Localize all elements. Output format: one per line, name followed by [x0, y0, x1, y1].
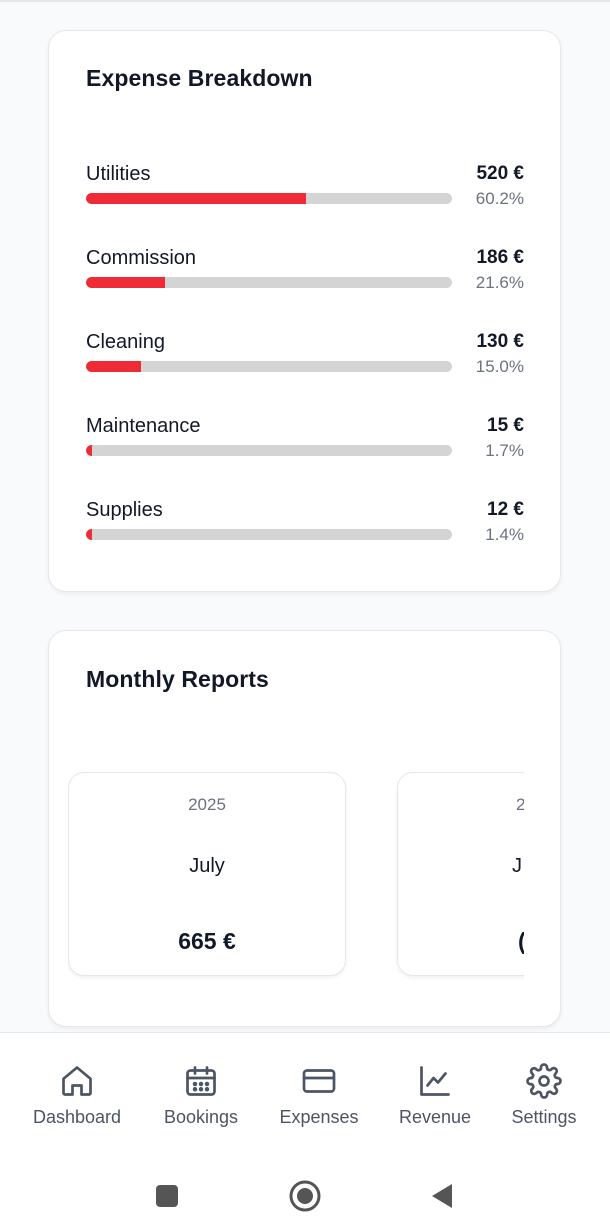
report-year: 2025 [188, 795, 226, 814]
expense-amount: 12 € [487, 499, 524, 520]
expense-percent: 60.2% [475, 189, 524, 208]
report-month: July [189, 855, 225, 877]
expense-label: Supplies [86, 499, 163, 521]
expense-row-supplies: Supplies 12 € 1.4% [86, 499, 524, 559]
expense-bar-track [86, 193, 452, 204]
expense-bar-fill [86, 445, 93, 456]
expense-bar-fill [86, 193, 307, 204]
expense-bar-track [86, 445, 452, 456]
system-navigation-bar [0, 1175, 610, 1215]
nav-item-expenses[interactable]: Expenses [259, 1063, 379, 1128]
expense-percent: 1.7% [485, 441, 524, 460]
expense-bar-track [86, 529, 452, 540]
expense-row-utilities: Utilities 520 € 60.2% [86, 163, 524, 223]
expense-label: Maintenance [86, 415, 201, 437]
expense-label: Cleaning [86, 331, 165, 353]
expense-row-cleaning: Cleaning 130 € 15.0% [86, 331, 524, 391]
top-divider [0, 0, 610, 2]
recents-square-icon[interactable] [155, 1184, 179, 1208]
monthly-reports-title: Monthly Reports [86, 666, 269, 692]
nav-label: Settings [511, 1107, 577, 1127]
report-card-july-2025[interactable]: 2025 July 665 € [68, 772, 346, 976]
expense-label: Commission [86, 247, 197, 269]
nav-label: Bookings [163, 1107, 239, 1127]
credit-card-icon [302, 1069, 336, 1093]
report-card-partial[interactable]: 2 J ( [397, 772, 524, 976]
report-month: J [512, 855, 522, 877]
expense-amount: 520 € [476, 163, 524, 184]
report-year: 2 [516, 795, 524, 814]
gear-icon [526, 1063, 562, 1099]
expense-amount: 130 € [476, 331, 524, 352]
expense-bar-track [86, 277, 452, 288]
nav-item-revenue[interactable]: Revenue [375, 1063, 495, 1128]
expense-breakdown-card: Expense Breakdown Utilities 520 € 60.2% … [48, 30, 561, 592]
nav-item-settings[interactable]: Settings [484, 1063, 604, 1128]
report-total: 665 € [178, 928, 236, 954]
reports-carousel[interactable]: 2025 July 665 € 2 J ( [68, 771, 524, 981]
home-circle-icon[interactable] [288, 1179, 322, 1213]
expense-percent: 15.0% [475, 357, 524, 376]
back-triangle-icon[interactable] [430, 1183, 454, 1209]
bottom-navigation: Dashboard Bookings Expenses Revenue Sett… [0, 1032, 610, 1231]
calendar-icon [186, 1066, 216, 1096]
expense-amount: 15 € [487, 415, 524, 436]
nav-item-dashboard[interactable]: Dashboard [17, 1063, 137, 1128]
expense-bar-fill [86, 529, 92, 540]
expense-breakdown-title: Expense Breakdown [86, 65, 313, 91]
expense-row-maintenance: Maintenance 15 € 1.7% [86, 415, 524, 475]
nav-label: Dashboard [32, 1107, 122, 1127]
line-chart-icon [420, 1066, 450, 1096]
expense-label: Utilities [86, 163, 151, 185]
expense-row-commission: Commission 186 € 21.6% [86, 247, 524, 307]
nav-item-bookings[interactable]: Bookings [141, 1063, 261, 1128]
home-icon [62, 1066, 92, 1096]
expense-percent: 1.4% [485, 525, 524, 544]
expense-bar-track [86, 361, 452, 372]
expense-percent: 21.6% [475, 273, 524, 292]
nav-label: Expenses [279, 1107, 359, 1127]
expense-bar-fill [86, 361, 141, 372]
nav-label: Revenue [398, 1107, 472, 1127]
expense-amount: 186 € [476, 247, 524, 268]
expense-bar-fill [86, 277, 166, 288]
report-total: ( [518, 928, 524, 955]
monthly-reports-card: Monthly Reports 2025 July 665 € 2 J ( [48, 630, 561, 1027]
